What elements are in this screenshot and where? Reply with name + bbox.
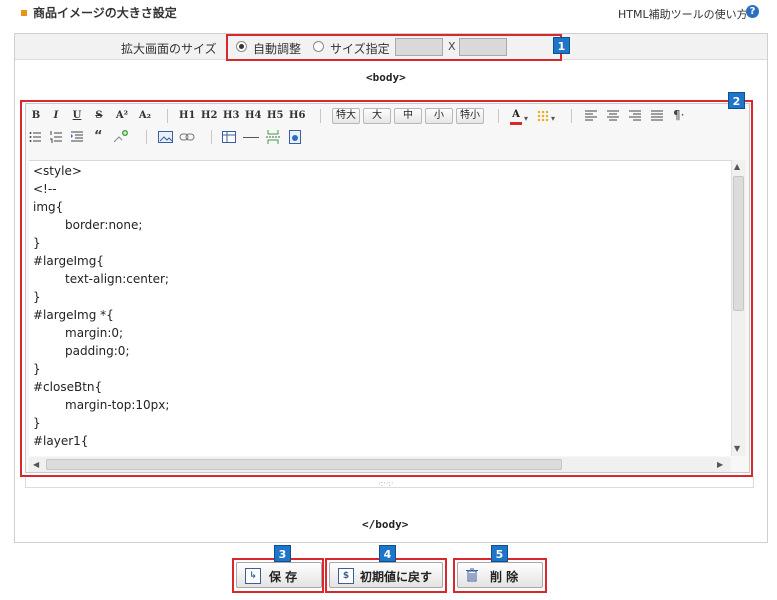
resize-grip-icon[interactable]: ·:··:· <box>378 479 394 488</box>
annotation-badge-5: 5 <box>491 545 508 562</box>
annotation-badge-2: 2 <box>728 92 745 109</box>
body-open-tag: <body> <box>366 71 406 84</box>
title-bullet-icon <box>21 10 27 16</box>
page-title: 商品イメージの大きさ設定 <box>33 6 177 20</box>
annotation-box-1 <box>226 34 562 61</box>
annotation-box-5 <box>453 558 547 593</box>
help-link[interactable]: HTML補助ツールの使い方 <box>618 6 748 22</box>
annotation-box-3 <box>232 558 324 593</box>
help-icon[interactable]: ? <box>746 5 759 18</box>
annotation-badge-3: 3 <box>274 545 291 562</box>
size-label: 拡大画面のサイズ <box>121 42 217 56</box>
annotation-badge-1: 1 <box>553 37 570 54</box>
annotation-badge-4: 4 <box>379 545 396 562</box>
annotation-box-2 <box>20 100 753 477</box>
body-close-tag: </body> <box>362 518 409 531</box>
annotation-box-4 <box>325 558 447 593</box>
